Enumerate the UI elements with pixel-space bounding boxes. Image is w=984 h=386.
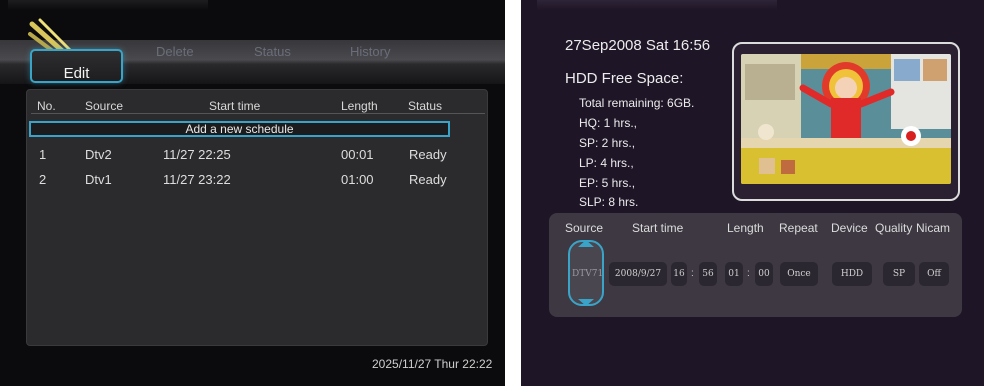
free-space-sp: SP: 2 hrs., xyxy=(579,136,636,150)
row-no: 1 xyxy=(39,147,47,162)
nicam-field[interactable]: Off xyxy=(919,262,949,286)
top-edge-shadow xyxy=(8,0,208,10)
live-tv-preview xyxy=(732,42,960,201)
chevron-up-icon[interactable] xyxy=(578,240,594,247)
free-space-title: HDD Free Space: xyxy=(565,70,684,87)
free-space-slp: SLP: 8 hrs. xyxy=(579,195,639,209)
repeat-field[interactable]: Once xyxy=(780,262,818,286)
add-schedule-row[interactable]: Add a new schedule xyxy=(29,121,450,137)
tab-delete[interactable]: Delete xyxy=(156,44,194,59)
label-device: Device xyxy=(831,221,868,235)
length-hour-field[interactable]: 01 xyxy=(725,262,743,286)
start-date-field[interactable]: 2008/9/27 xyxy=(609,262,667,286)
schedule-table: No. Source Start time Length Status Add … xyxy=(26,89,488,346)
header-divider xyxy=(31,113,485,114)
row-length: 01:00 xyxy=(341,172,374,187)
row-status: Ready xyxy=(409,147,447,162)
device-field[interactable]: HDD xyxy=(832,262,872,286)
free-space-lp: LP: 4 hrs., xyxy=(579,156,634,170)
start-hour-field[interactable]: 16 xyxy=(671,262,687,286)
tab-status[interactable]: Status xyxy=(254,44,291,59)
label-length: Length xyxy=(727,221,764,235)
new-schedule-screen: 27Sep2008 Sat 16:56 HDD Free Space: Tota… xyxy=(521,0,984,386)
start-minute-field[interactable]: 56 xyxy=(699,262,717,286)
col-header-status: Status xyxy=(408,99,443,113)
free-space-total: Total remaining: 6GB. xyxy=(579,96,695,110)
schedule-form: Source Start time Length Repeat Device Q… xyxy=(549,213,962,317)
label-start-time: Start time xyxy=(632,221,684,235)
row-length: 00:01 xyxy=(341,147,374,162)
row-status: Ready xyxy=(409,172,447,187)
row-no: 2 xyxy=(39,172,47,187)
col-header-start-time: Start time xyxy=(209,99,261,113)
label-quality: Quality xyxy=(875,221,913,235)
tab-edit[interactable]: Edit xyxy=(30,49,123,83)
tab-edit-label: Edit xyxy=(63,65,90,82)
source-selector[interactable]: DTV71 xyxy=(568,240,604,306)
col-header-no: No. xyxy=(37,99,56,113)
free-space-ep: EP: 5 hrs., xyxy=(579,176,636,190)
tab-history[interactable]: History xyxy=(350,44,390,59)
tv-preview-image xyxy=(741,54,951,184)
label-nicam: Nicam xyxy=(916,221,951,235)
col-header-source: Source xyxy=(85,99,124,113)
row-source: Dtv1 xyxy=(85,172,112,187)
label-source: Source xyxy=(565,221,604,235)
label-repeat: Repeat xyxy=(779,221,818,235)
length-minute-field[interactable]: 00 xyxy=(755,262,773,286)
time-separator: : xyxy=(691,268,694,279)
quality-field[interactable]: SP xyxy=(883,262,915,286)
current-datetime: 27Sep2008 Sat 16:56 xyxy=(565,37,711,54)
schedule-list-screen: Edit Delete Status History No. Source St… xyxy=(0,0,505,386)
free-space-hq: HQ: 1 hrs., xyxy=(579,116,638,130)
top-edge-shadow xyxy=(537,0,777,10)
chevron-down-icon[interactable] xyxy=(578,299,594,306)
clock-display: 2025/11/27 Thur 22:22 xyxy=(372,357,493,371)
row-start-time: 11/27 23:22 xyxy=(163,172,231,187)
length-separator: : xyxy=(747,268,750,279)
source-value: DTV71 xyxy=(572,269,604,279)
row-source: Dtv2 xyxy=(85,147,112,162)
row-start-time: 11/27 22:25 xyxy=(163,147,231,162)
col-header-length: Length xyxy=(341,99,378,113)
